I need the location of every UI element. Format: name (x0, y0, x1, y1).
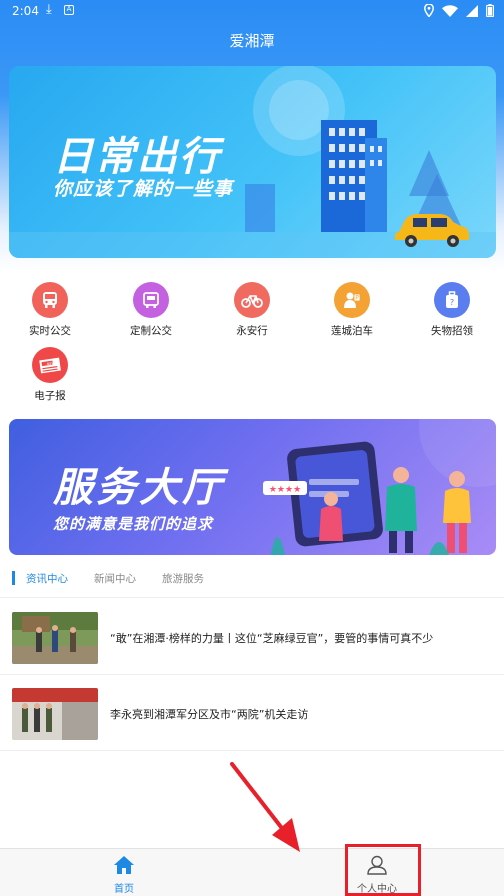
annotation-highlight-box (345, 844, 421, 896)
app-screen: 2:04 ⤓ A 爱湘潭 日常出行 你应该了解的一些事 实时公交 定制公交 永安… (0, 0, 504, 896)
annotation-arrow (230, 762, 300, 852)
